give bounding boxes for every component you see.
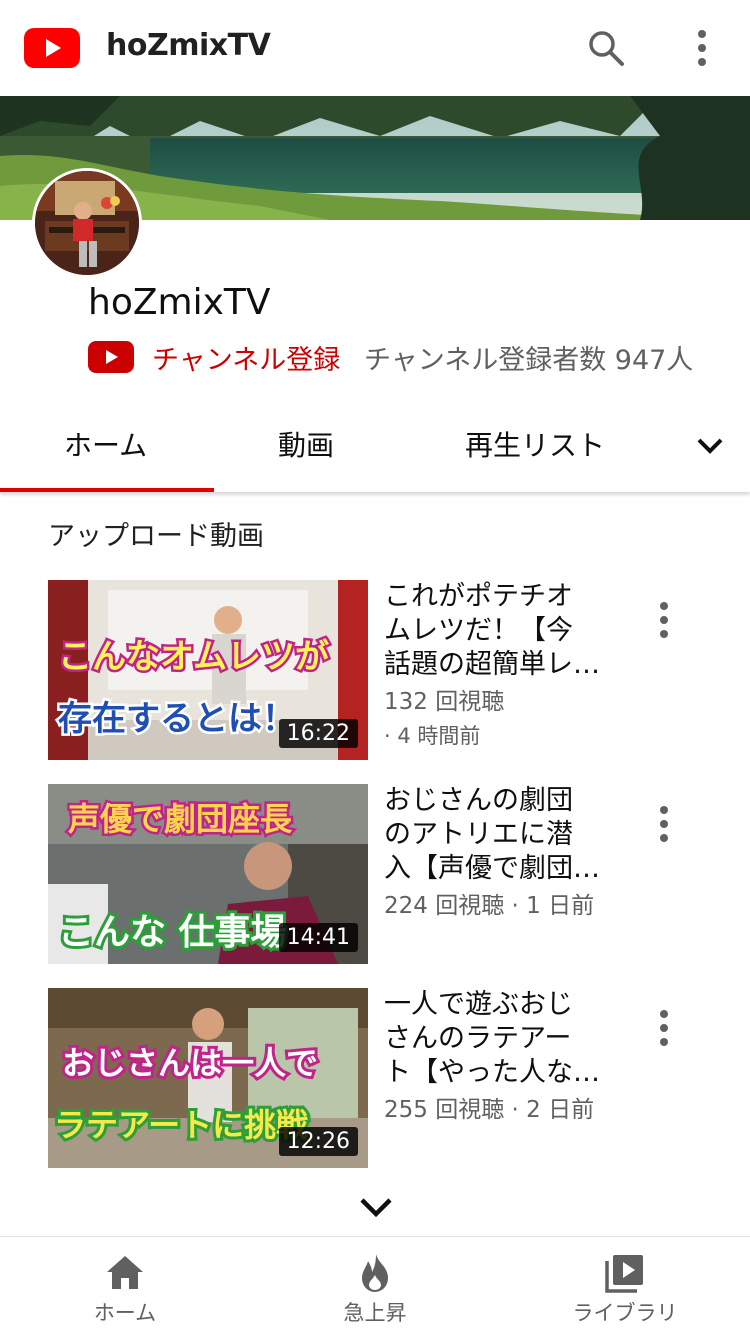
tab-indicator: [0, 488, 214, 492]
video-thumbnail[interactable]: おじさんは一人で ラテアートに挑戦 12:26: [48, 988, 368, 1168]
nav-trending[interactable]: 急上昇: [250, 1237, 500, 1334]
channel-tabs: ホーム 動画 再生リスト: [0, 400, 750, 492]
video-title-line: 入【声優で劇団…: [384, 853, 600, 884]
more-vert-icon[interactable]: [644, 1006, 684, 1050]
video-thumbnail[interactable]: こんなオムレツが 存在するとは！ 16:22: [48, 580, 368, 760]
nav-label: ライブラリ: [572, 1301, 678, 1325]
tab-home[interactable]: ホーム: [64, 424, 147, 464]
video-title-line: のアトリエに潜: [384, 819, 573, 850]
search-icon[interactable]: [584, 26, 628, 70]
home-icon: [107, 1256, 143, 1289]
video-title[interactable]: おじさんの劇団 のアトリエに潜 入【声優で劇団…: [384, 784, 610, 886]
more-vert-icon[interactable]: [680, 26, 724, 70]
video-meta: 224 回視聴 · 1 日前: [384, 893, 595, 919]
bottom-navigation: ホーム 急上昇 ライブラリ: [0, 1236, 750, 1334]
nav-label: 急上昇: [343, 1301, 407, 1325]
thumbnail-caption: ラテアートに挑戦: [54, 1106, 308, 1144]
video-title-line: おじさんの劇団: [384, 785, 573, 816]
video-duration: 14:41: [278, 923, 358, 952]
video-views: 132 回視聴: [384, 689, 505, 715]
expand-chevron-icon[interactable]: [356, 1188, 396, 1228]
video-title-line: さんのラテアー: [384, 1023, 572, 1054]
nav-library[interactable]: ライブラリ: [500, 1237, 750, 1334]
video-thumbnail[interactable]: 声優で劇団座長 こんな 仕事場 14:41: [48, 784, 368, 964]
thumbnail-caption: 存在するとは！: [58, 699, 296, 739]
avatar-image: [35, 171, 139, 275]
top-app-bar: hoZmixTV: [0, 0, 750, 96]
subscriber-count: チャンネル登録者数 947人: [364, 345, 694, 376]
video-meta: 255 回視聴 · 2 日前: [384, 1097, 595, 1123]
thumbnail-caption: 声優で劇団座長: [68, 800, 293, 838]
nav-home[interactable]: ホーム: [0, 1237, 250, 1334]
video-item[interactable]: おじさんは一人で ラテアートに挑戦 12:26 一人で遊ぶおじ さんのラテアー …: [48, 988, 728, 1168]
video-title[interactable]: 一人で遊ぶおじ さんのラテアー ト【やった人な…: [384, 988, 610, 1090]
thumbnail-caption: こんなオムレツが: [58, 637, 329, 677]
nav-label: ホーム: [93, 1301, 157, 1325]
youtube-logo[interactable]: [24, 28, 80, 68]
tab-playlists[interactable]: 再生リスト: [465, 424, 605, 464]
video-title-line: ムレツだ！【今: [384, 615, 573, 646]
app-title: hoZmixTV: [106, 28, 271, 63]
chevron-down-icon[interactable]: [690, 426, 730, 466]
video-title-line: 一人で遊ぶおじ: [384, 989, 573, 1020]
channel-name: hoZmixTV: [88, 282, 271, 323]
channel-avatar[interactable]: [32, 168, 142, 278]
video-duration: 16:22: [278, 719, 358, 748]
video-duration: 12:26: [278, 1127, 358, 1156]
subscribe-button[interactable]: チャンネル登録: [152, 338, 340, 377]
youtube-subscribe-icon[interactable]: [88, 341, 134, 373]
tab-videos[interactable]: 動画: [278, 424, 334, 464]
video-age: · 4 時間前: [384, 724, 481, 748]
more-vert-icon[interactable]: [644, 598, 684, 642]
video-title-line: 話題の超簡単レ…: [384, 649, 600, 680]
video-title-line: ト【やった人な…: [384, 1057, 600, 1088]
thumbnail-caption: こんな 仕事場: [58, 912, 287, 953]
video-item[interactable]: 声優で劇団座長 こんな 仕事場 14:41 おじさんの劇団 のアトリエに潜 入【…: [48, 784, 728, 964]
library-icon: [605, 1255, 643, 1293]
trending-icon: [362, 1254, 388, 1292]
video-title-line: これがポテチオ: [384, 581, 573, 612]
video-item[interactable]: こんなオムレツが 存在するとは！ 16:22 これがポテチオ ムレツだ！【今 話…: [48, 580, 728, 760]
more-vert-icon[interactable]: [644, 802, 684, 846]
video-title[interactable]: これがポテチオ ムレツだ！【今 話題の超簡単レ…: [384, 580, 610, 682]
thumbnail-caption: おじさんは一人で: [62, 1044, 318, 1082]
section-title: アップロード動画: [48, 521, 264, 552]
